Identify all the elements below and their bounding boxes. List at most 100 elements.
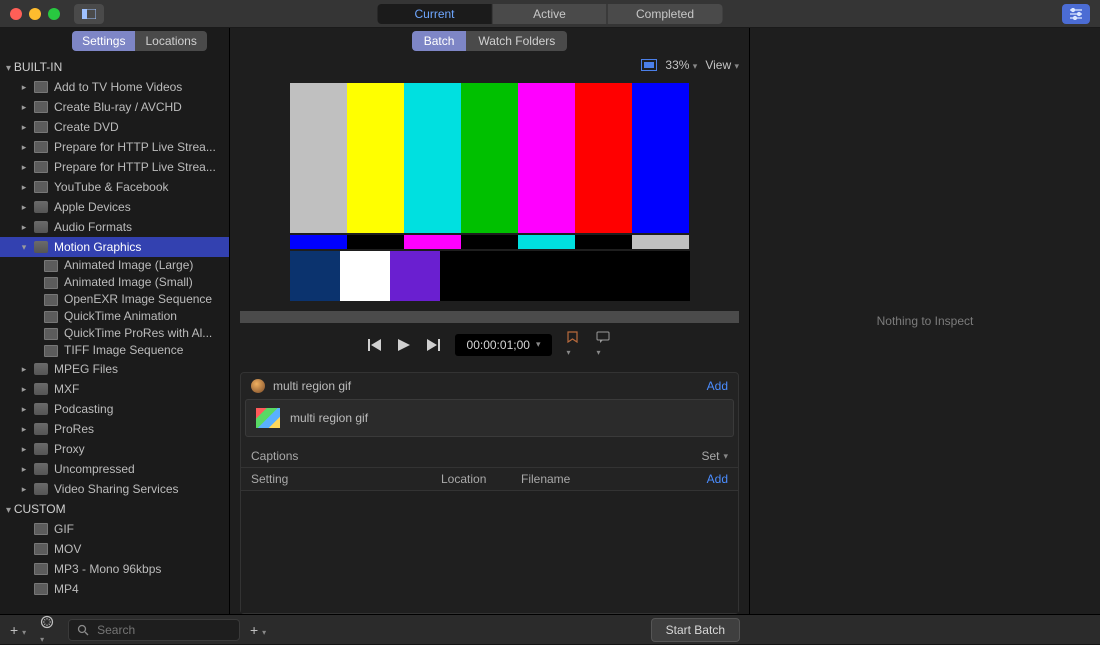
disclosure-closed-icon[interactable]: ▸	[20, 199, 28, 215]
inspector-toggle-button[interactable]	[1062, 4, 1090, 24]
page-icon	[34, 121, 48, 133]
tree-item[interactable]: ▸ YouTube & Facebook	[0, 177, 229, 197]
timeline-scrubber[interactable]	[240, 311, 739, 323]
disclosure-closed-icon[interactable]: ▸	[20, 79, 28, 95]
captions-set-menu[interactable]: Set▾	[701, 449, 728, 463]
fit-icon[interactable]	[641, 59, 657, 71]
tree-item[interactable]: ▸Uncompressed	[0, 459, 229, 479]
window-controls	[10, 8, 60, 20]
search-input[interactable]	[95, 622, 215, 638]
batch-job-row[interactable]: multi region gif	[245, 399, 734, 437]
inspector-empty-label: Nothing to Inspect	[877, 314, 974, 328]
batch-row-add-button[interactable]: Add	[707, 472, 728, 486]
disclosure-open-icon[interactable]: ▾	[20, 239, 28, 255]
doc-icon	[44, 277, 58, 289]
batch-add-bottom-button[interactable]: + ▾	[250, 622, 266, 638]
maximize-icon[interactable]	[48, 8, 60, 20]
preview-area: 33% ▾ View ▾ 00:00:01;00▾	[230, 59, 749, 364]
preview-controls: 33% ▾ View ▾	[641, 58, 739, 72]
tree-item[interactable]: ▸MXF	[0, 379, 229, 399]
folder-icon	[34, 363, 48, 375]
settings-tree[interactable]: BUILT-IN▸Add to TV Home Videos▸Create Bl…	[0, 57, 229, 614]
disclosure-closed-icon[interactable]: ▸	[20, 461, 28, 477]
color-bars-lower	[290, 251, 690, 301]
center-tab-watch-folders[interactable]: Watch Folders	[466, 31, 567, 51]
doc-icon	[34, 583, 48, 595]
tab-current[interactable]: Current	[378, 4, 493, 24]
disclosure-closed-icon[interactable]: ▸	[20, 159, 28, 175]
tree-item[interactable]: ▸Add to TV Home Videos	[0, 77, 229, 97]
sidebar-tab-settings[interactable]: Settings	[72, 31, 135, 51]
add-button[interactable]: + ▾	[10, 622, 26, 638]
sidebar-tab-locations[interactable]: Locations	[135, 31, 206, 51]
disclosure-closed-icon[interactable]: ▸	[20, 139, 28, 155]
tree-subitem[interactable]: QuickTime Animation	[0, 308, 229, 325]
disclosure-closed-icon[interactable]: ▸	[20, 179, 28, 195]
action-menu-button[interactable]: ▾	[40, 615, 54, 645]
disclosure-closed-icon[interactable]: ▸	[20, 381, 28, 397]
disclosure-closed-icon[interactable]: ▸	[20, 421, 28, 437]
tree-item[interactable]: MP4	[0, 579, 229, 599]
tree-subitem[interactable]: Animated Image (Large)	[0, 257, 229, 274]
page-icon	[34, 81, 48, 93]
tree-item-label: Prepare for HTTP Live Strea...	[54, 159, 216, 175]
marker-button[interactable]: ▾	[566, 331, 582, 358]
view-menu[interactable]: View ▾	[705, 58, 739, 72]
titlebar-tabs: Current Active Completed	[378, 4, 723, 24]
tree-item[interactable]: ▸MPEG Files	[0, 359, 229, 379]
tree-item[interactable]: GIF	[0, 519, 229, 539]
disclosure-closed-icon[interactable]: ▸	[20, 401, 28, 417]
comment-button[interactable]: ▾	[596, 331, 612, 358]
center-tab-batch[interactable]: Batch	[412, 31, 467, 51]
tree-item[interactable]: MOV	[0, 539, 229, 559]
tree-item-label: YouTube & Facebook	[54, 179, 169, 195]
tree-item[interactable]: MP3 - Mono 96kbps	[0, 559, 229, 579]
close-icon[interactable]	[10, 8, 22, 20]
disclosure-closed-icon[interactable]: ▸	[20, 99, 28, 115]
tree-item[interactable]: ▸Audio Formats	[0, 217, 229, 237]
bottom-bar: + ▾ ▾ + ▾ Start Batch	[0, 614, 1100, 644]
batch-add-button[interactable]: Add	[707, 379, 728, 393]
disclosure-closed-icon[interactable]: ▸	[20, 119, 28, 135]
main-area: Settings Locations BUILT-IN▸Add to TV Ho…	[0, 28, 1100, 614]
tree-item[interactable]: ▸ ProRes	[0, 419, 229, 439]
tree-item[interactable]: ▸Video Sharing Services	[0, 479, 229, 499]
tree-section-header[interactable]: CUSTOM	[0, 499, 229, 519]
tree-subitem[interactable]: TIFF Image Sequence	[0, 342, 229, 359]
folder-icon	[34, 423, 48, 435]
search-field[interactable]	[68, 619, 240, 641]
disclosure-closed-icon[interactable]: ▸	[20, 361, 28, 377]
tree-section-header[interactable]: BUILT-IN	[0, 57, 229, 77]
start-batch-button[interactable]: Start Batch	[651, 618, 740, 642]
tree-subitem-label: TIFF Image Sequence	[64, 342, 183, 359]
disclosure-closed-icon[interactable]: ▸	[20, 441, 28, 457]
tree-item[interactable]: ▸Create Blu-ray / AVCHD	[0, 97, 229, 117]
tab-completed[interactable]: Completed	[608, 4, 723, 24]
disclosure-closed-icon[interactable]: ▸	[20, 219, 28, 235]
folder-icon	[34, 221, 48, 233]
tree-item[interactable]: ▸Prepare for HTTP Live Strea...	[0, 137, 229, 157]
col-filename: Filename	[521, 472, 707, 486]
tree-item-label: ProRes	[54, 421, 94, 437]
tree-subitem[interactable]: Animated Image (Small)	[0, 274, 229, 291]
tree-item[interactable]: ▸ Prepare for HTTP Live Strea...	[0, 157, 229, 177]
tree-item[interactable]: ▸Proxy	[0, 439, 229, 459]
disclosure-closed-icon[interactable]: ▸	[20, 481, 28, 497]
toggle-sidebar-button[interactable]	[74, 4, 104, 24]
tree-subitem[interactable]: OpenEXR Image Sequence	[0, 291, 229, 308]
timecode-display[interactable]: 00:00:01;00▾	[455, 334, 553, 356]
tree-subitem[interactable]: QuickTime ProRes with Al...	[0, 325, 229, 342]
prev-button[interactable]	[367, 338, 383, 352]
tree-item[interactable]: ▸Apple Devices	[0, 197, 229, 217]
minimize-icon[interactable]	[29, 8, 41, 20]
tree-item[interactable]: ▸Create DVD	[0, 117, 229, 137]
tree-item[interactable]: ▸Podcasting	[0, 399, 229, 419]
tab-active[interactable]: Active	[493, 4, 608, 24]
sidebar-icon	[82, 9, 96, 19]
folder-icon	[34, 403, 48, 415]
zoom-percent[interactable]: 33% ▾	[665, 58, 697, 72]
tree-item[interactable]: ▾Motion Graphics	[0, 237, 229, 257]
batch-body	[241, 491, 738, 613]
play-button[interactable]	[397, 338, 411, 352]
next-button[interactable]	[425, 338, 441, 352]
